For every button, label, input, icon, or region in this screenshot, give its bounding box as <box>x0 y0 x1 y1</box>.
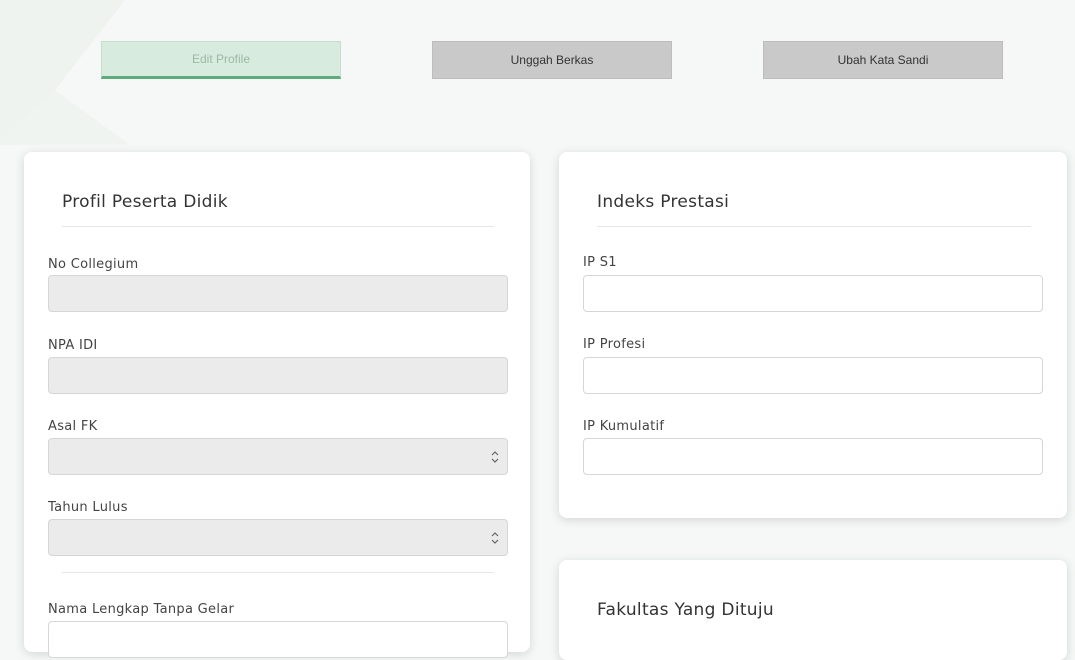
profile-card: Profil Peserta Didik No Collegium NPA ID… <box>24 152 530 658</box>
tab-edit-profile[interactable]: Edit Profile <box>101 41 341 79</box>
ip-s1-input[interactable] <box>584 276 1042 311</box>
tab-unggah-berkas-label: Unggah Berkas <box>510 53 594 67</box>
nama-lengkap-field[interactable] <box>48 621 508 658</box>
ip-profesi-field[interactable] <box>583 357 1043 394</box>
asal-fk-select[interactable] <box>48 438 508 475</box>
npa-idi-label: NPA IDI <box>48 338 98 353</box>
tab-bar: Edit Profile Unggah Berkas Ubah Kata San… <box>0 0 1075 100</box>
tahun-lulus-select[interactable] <box>48 519 508 556</box>
ip-s1-field[interactable] <box>583 275 1043 312</box>
npa-idi-input <box>49 358 507 393</box>
ip-kumulatif-input[interactable] <box>584 439 1042 474</box>
ip-kumulatif-field[interactable] <box>583 438 1043 475</box>
nama-lengkap-label: Nama Lengkap Tanpa Gelar <box>48 602 235 617</box>
faculty-card-title: Fakultas Yang Dituju <box>597 600 774 620</box>
no-collegium-field <box>48 275 508 312</box>
ip-card-title-divider <box>597 226 1031 227</box>
ip-card-title: Indeks Prestasi <box>597 192 730 212</box>
nama-lengkap-input[interactable] <box>49 622 507 657</box>
tab-edit-profile-label: Edit Profile <box>191 52 251 66</box>
tab-ubah-kata-sandi-label: Ubah Kata Sandi <box>837 53 929 67</box>
ip-s1-label: IP S1 <box>583 255 617 270</box>
no-collegium-label: No Collegium <box>48 257 139 272</box>
tahun-lulus-label: Tahun Lulus <box>48 500 128 515</box>
ip-profesi-label: IP Profesi <box>583 337 646 352</box>
profile-section-divider <box>62 572 494 573</box>
ip-profesi-input[interactable] <box>584 358 1042 393</box>
profile-card-title: Profil Peserta Didik <box>62 192 228 212</box>
tab-ubah-kata-sandi[interactable]: Ubah Kata Sandi <box>763 41 1003 79</box>
faculty-card: Fakultas Yang Dituju <box>559 560 1067 660</box>
ip-card: Indeks Prestasi IP S1 IP Profesi IP Kumu… <box>559 152 1067 518</box>
tab-unggah-berkas[interactable]: Unggah Berkas <box>432 41 672 79</box>
ip-kumulatif-label: IP Kumulatif <box>583 419 665 434</box>
no-collegium-input <box>49 276 507 311</box>
profile-card-title-divider <box>62 226 494 227</box>
npa-idi-field <box>48 357 508 394</box>
up-down-chevron-icon <box>491 451 499 463</box>
asal-fk-label: Asal FK <box>48 419 98 434</box>
up-down-chevron-icon <box>491 532 499 544</box>
